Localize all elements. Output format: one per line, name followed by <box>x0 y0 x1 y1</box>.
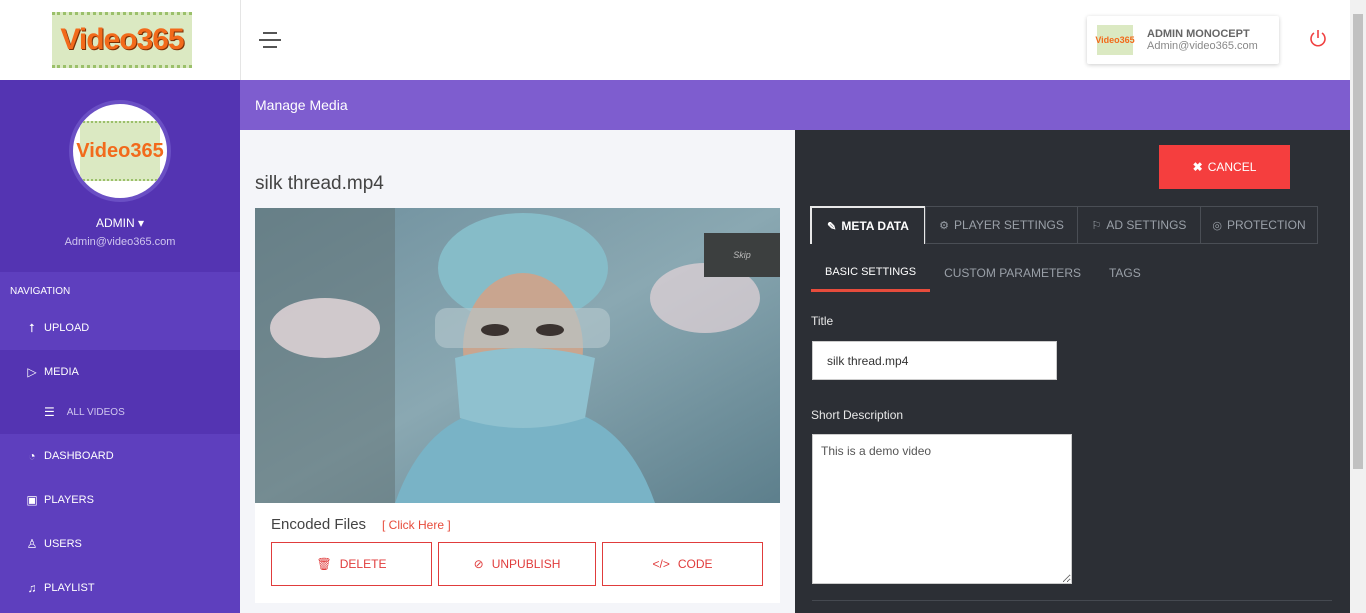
title-label: Title <box>811 314 834 328</box>
encoded-files-link[interactable]: [ Click Here ] <box>382 518 451 532</box>
sidebar-item-playlist[interactable]: ♫ PLAYLIST <box>0 566 240 610</box>
editor-subtabs: BASIC SETTINGS CUSTOM PARAMETERS TAGS <box>811 256 1155 292</box>
unpublish-button[interactable]: ⊘ UNPUBLISH <box>438 542 596 586</box>
short-description-input[interactable]: This is a demo video <box>812 434 1072 584</box>
delete-button[interactable]: 🗑︎ DELETE <box>271 542 432 586</box>
upload-icon: ⭡ <box>29 320 35 335</box>
tab-ad-settings[interactable]: ⚐ AD SETTINGS <box>1077 206 1201 244</box>
flag-icon: ⚐ <box>1091 219 1102 232</box>
caret-down-icon: ▾ <box>137 216 145 230</box>
nav-heading: NAVIGATION <box>10 286 71 297</box>
sidebar-item-upload[interactable]: ⭡ UPLOAD <box>0 306 240 350</box>
sidebar-item-all-videos[interactable]: ☰ ALL VIDEOS <box>0 390 240 434</box>
subtab-tags[interactable]: TAGS <box>1095 256 1155 292</box>
play-icon: ▷ <box>27 365 37 379</box>
encoded-files-panel: Encoded Files [ Click Here ] 🗑︎ DELETE ⊘ U… <box>255 503 780 603</box>
media-filename: silk thread.mp4 <box>255 173 384 194</box>
sidebar-item-users[interactable]: ♙ USERS <box>0 522 240 566</box>
editor-tabs: ✎ META DATA ⚙ PLAYER SETTINGS ⚐ AD SETTINGS… <box>810 206 1318 244</box>
list-icon: ☰ <box>44 405 55 419</box>
user-card[interactable]: Video365 ADMIN MONOCEPT Admin@video365.c… <box>1087 16 1279 64</box>
admin-dropdown[interactable]: ADMIN ▾ <box>0 216 240 230</box>
playlist-icon: ♫ <box>27 581 37 595</box>
brand-logo[interactable]: Video365 <box>52 12 192 68</box>
user-email: Admin@video365.com <box>1147 40 1258 52</box>
user-icon: ♙ <box>26 537 38 551</box>
metadata-editor: ✖ CANCEL ✎ META DATA ⚙ PLAYER SETTINGS ⚐ AD … <box>795 130 1350 613</box>
sidebar-profile: Video365 ADMIN ▾ Admin@video365.com <box>0 80 240 272</box>
tab-protection[interactable]: ◎ PROTECTION <box>1200 206 1318 244</box>
encoded-files-label: Encoded Files <box>271 516 367 533</box>
code-button[interactable]: </> CODE <box>602 542 763 586</box>
divider <box>812 600 1332 601</box>
user-avatar: Video365 <box>1095 25 1135 55</box>
skip-ad-button[interactable]: Skip <box>704 233 780 277</box>
logo-text: Video365 <box>60 23 184 56</box>
video-frame <box>255 208 780 503</box>
player-icon: ▣ <box>26 493 38 507</box>
admin-email: Admin@video365.com <box>64 236 176 248</box>
title-input[interactable] <box>812 341 1057 380</box>
gear-icon: ⚙ <box>939 219 950 232</box>
shield-icon: ◎ <box>1212 219 1222 232</box>
menu-toggle-icon[interactable] <box>259 32 281 50</box>
top-header: Video365 Video365 ADMIN MONOCEPT Admin@v… <box>0 0 1350 80</box>
power-icon[interactable] <box>1308 28 1328 48</box>
page-title: Manage Media <box>255 97 348 113</box>
code-icon: </> <box>652 557 670 571</box>
sidebar: Video365 ADMIN ▾ Admin@video365.com NAVI… <box>0 80 240 613</box>
subtab-basic-settings[interactable]: BASIC SETTINGS <box>811 256 931 292</box>
scrollbar-thumb[interactable] <box>1353 14 1363 469</box>
page-title-bar: Manage Media <box>240 80 1350 130</box>
close-icon: ✖ <box>1192 160 1203 174</box>
tab-player-settings[interactable]: ⚙ PLAYER SETTINGS <box>925 206 1078 244</box>
profile-avatar: Video365 <box>69 100 171 202</box>
ban-icon: ⊘ <box>473 557 484 571</box>
video-player[interactable]: Skip <box>255 208 780 503</box>
pencil-icon: ✎ <box>827 220 837 233</box>
cancel-button[interactable]: ✖ CANCEL <box>1159 145 1290 189</box>
logo-container: Video365 <box>0 0 241 80</box>
sidebar-item-dashboard[interactable]: ◔ DASHBOARD <box>0 434 240 478</box>
subtab-custom-parameters[interactable]: CUSTOM PARAMETERS <box>930 256 1095 292</box>
short-description-label: Short Description <box>811 408 904 422</box>
trash-icon: 🗑︎ <box>316 557 332 571</box>
sidebar-item-players[interactable]: ▣ PLAYERS <box>0 478 240 522</box>
page-scrollbar[interactable] <box>1350 0 1366 613</box>
gauge-icon: ◔ <box>28 449 36 463</box>
sidebar-item-media[interactable]: ▷ MEDIA <box>0 350 240 394</box>
tab-meta-data[interactable]: ✎ META DATA <box>810 206 926 244</box>
user-name: ADMIN MONOCEPT <box>1147 28 1250 40</box>
